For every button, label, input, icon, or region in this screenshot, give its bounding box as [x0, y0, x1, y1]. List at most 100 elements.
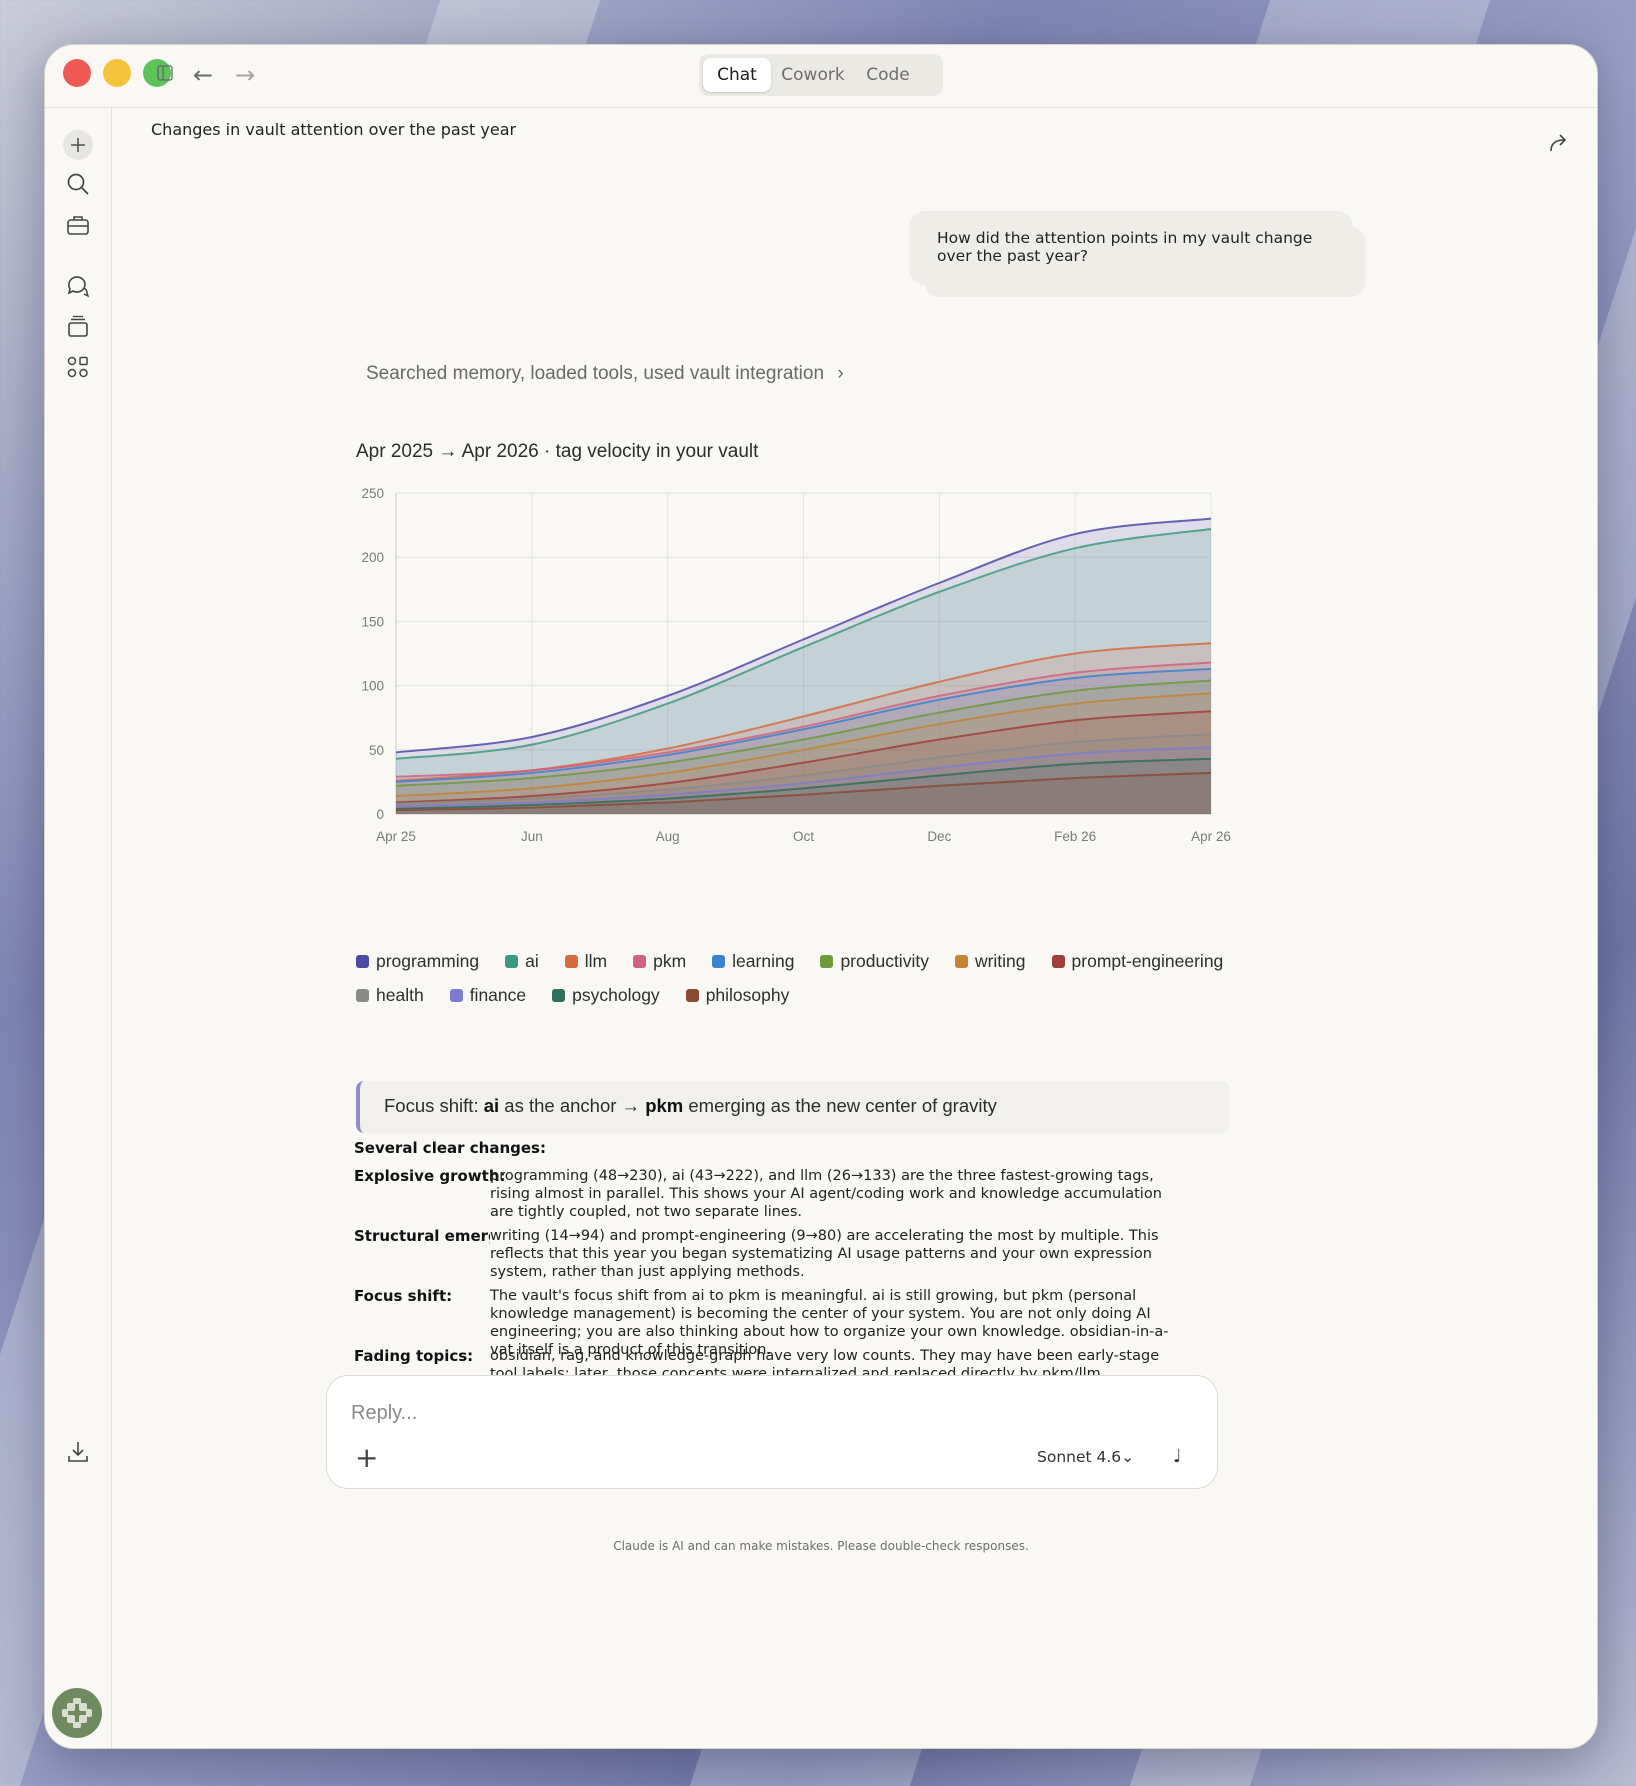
analysis-item: Focus shift: The vault's focus shift fro… [354, 1287, 1184, 1358]
legend-label: prompt-engineering [1071, 951, 1224, 971]
legend-item-philosophy[interactable]: philosophy [685, 985, 790, 1006]
legend-swatch [1051, 955, 1065, 968]
legend-swatch [505, 955, 519, 968]
legend-swatch [712, 955, 726, 968]
legend-item-health[interactable]: health [356, 985, 424, 1006]
legend-label: productivity [840, 951, 929, 971]
plus-icon [71, 138, 85, 152]
disclaimer: Claude is AI and can make mistakes. Plea… [613, 1539, 1029, 1553]
analysis-description: programming (48→230), ai (43→222), and l… [490, 1168, 1162, 1220]
focus-callout: Focus shift: ai as the anchor → pkm emer… [356, 1081, 1230, 1133]
forward-arrow-icon[interactable]: → [235, 61, 255, 89]
analysis-term: Focus shift: [354, 1287, 453, 1305]
user-message: How did the attention points in my vault… [909, 211, 1353, 285]
focus-middle: as the anchor → [499, 1095, 646, 1116]
mode-switcher: Chat Cowork Code [699, 54, 943, 96]
legend-label: psychology [572, 985, 660, 1005]
new-chat-button[interactable] [63, 130, 93, 160]
analysis-term: Explosive growth: [354, 1167, 506, 1185]
chart-title: Apr 2025 → Apr 2026 · tag velocity in yo… [356, 441, 759, 462]
legend-swatch [685, 989, 699, 1002]
focus-callout-text: Focus shift: ai as the anchor → pkm emer… [384, 1095, 997, 1117]
conversation-title[interactable]: Changes in vault attention over the past… [151, 120, 516, 139]
analysis-term: Fading topics: [354, 1347, 474, 1365]
analysis-item: Structural emergence: writing (14→94) an… [354, 1227, 1184, 1283]
x-tick-label: Jun [521, 829, 543, 844]
tab-code[interactable]: Code [855, 58, 921, 92]
legend-label: ai [525, 951, 539, 971]
focus-from-tag: ai [483, 1095, 500, 1116]
x-tick-label: Oct [793, 829, 814, 844]
legend-item-psychology[interactable]: psychology [552, 985, 660, 1006]
x-tick-label: Apr 25 [376, 829, 416, 844]
legend-row: health finance psychology philosophy [356, 985, 1256, 1019]
legend-swatch [633, 955, 647, 968]
legend-swatch [449, 989, 463, 1002]
chevron-right-icon: › [837, 363, 844, 384]
legend-item-ai[interactable]: ai [505, 951, 539, 972]
app-window: ← → Chat Cowork Code Changes in vault at… [44, 44, 1598, 1749]
toolbox-icon[interactable] [64, 211, 92, 239]
x-tick-label: Apr 26 [1191, 829, 1231, 844]
y-tick-label: 250 [361, 486, 384, 501]
analysis-description: writing (14→94) and prompt-engineering (… [490, 1227, 1180, 1281]
legend-item-programming[interactable]: programming [356, 951, 479, 972]
reply-input[interactable]: Reply... [351, 1402, 417, 1425]
legend-swatch [356, 955, 369, 968]
title-bar: ← → Chat Cowork Code [45, 45, 1597, 108]
back-arrow-icon[interactable]: ← [193, 61, 213, 89]
legend-label: pkm [653, 951, 687, 971]
legend-item-productivity[interactable]: productivity [820, 951, 929, 972]
legend-row: programming ai llm pkm learning productivity w… [356, 951, 1256, 985]
chats-icon[interactable] [64, 271, 92, 299]
share-icon[interactable] [1547, 131, 1571, 155]
sidebar [45, 107, 112, 1748]
download-icon[interactable] [64, 1438, 92, 1466]
close-window-button[interactable] [63, 59, 91, 87]
model-selector[interactable]: Sonnet 4.6⌄ [1037, 1448, 1134, 1466]
y-tick-label: 200 [361, 550, 384, 565]
artifacts-icon[interactable] [64, 353, 92, 381]
tool-usage-summary[interactable]: Searched memory, loaded tools, used vaul… [366, 363, 844, 385]
avatar[interactable] [52, 1688, 102, 1738]
tab-chat[interactable]: Chat [703, 58, 771, 92]
legend-swatch [356, 989, 369, 1002]
legend-item-llm[interactable]: llm [564, 951, 608, 972]
legend-label: programming [376, 951, 480, 971]
avatar-pattern-icon [62, 1698, 92, 1728]
composer: Reply... + Sonnet 4.6⌄ ♩ [326, 1375, 1218, 1489]
analysis-heading: Several clear changes: [354, 1139, 546, 1157]
focus-to-tag: pkm [645, 1095, 684, 1116]
projects-icon[interactable] [64, 312, 92, 340]
voice-icon[interactable]: ♩ [1173, 1446, 1182, 1467]
legend-label: health [376, 985, 424, 1005]
x-tick-label: Dec [927, 829, 951, 844]
search-icon[interactable] [64, 170, 92, 198]
legend-item-finance[interactable]: finance [449, 985, 527, 1006]
x-tick-label: Feb 26 [1054, 829, 1096, 844]
legend-swatch [552, 989, 566, 1002]
focus-suffix: emerging as the new center of gravity [683, 1095, 997, 1116]
area-chart: 0 50 100 150 200 250 Apr 25 Jun Aug Oct Dec Feb 26 A… [361, 486, 1231, 844]
legend-item-writing[interactable]: writing [954, 951, 1026, 972]
y-tick-label: 150 [361, 614, 384, 629]
y-tick-label: 50 [369, 743, 384, 758]
legend-label: llm [584, 951, 608, 971]
legend-label: learning [732, 951, 795, 971]
sidebar-toggle-icon[interactable] [157, 65, 173, 81]
legend-item-learning[interactable]: learning [712, 951, 794, 972]
tab-cowork[interactable]: Cowork [773, 58, 853, 92]
legend-item-prompt-engineering[interactable]: prompt-engineering [1051, 951, 1224, 972]
analysis-item: Explosive growth: programming (48→230), … [354, 1167, 1184, 1223]
x-tick-label: Aug [656, 829, 680, 844]
tool-usage-text: Searched memory, loaded tools, used vaul… [366, 363, 825, 384]
chart-legend: programming ai llm pkm learning productivity w… [356, 951, 1256, 1019]
minimize-window-button[interactable] [103, 59, 131, 87]
legend-item-pkm[interactable]: pkm [633, 951, 686, 972]
legend-swatch [954, 955, 968, 968]
y-tick-label: 100 [361, 679, 384, 694]
model-name: Sonnet 4.6 [1037, 1448, 1122, 1466]
attach-button[interactable]: + [355, 1444, 378, 1472]
legend-label: philosophy [705, 985, 790, 1005]
legend-label: finance [469, 985, 527, 1005]
